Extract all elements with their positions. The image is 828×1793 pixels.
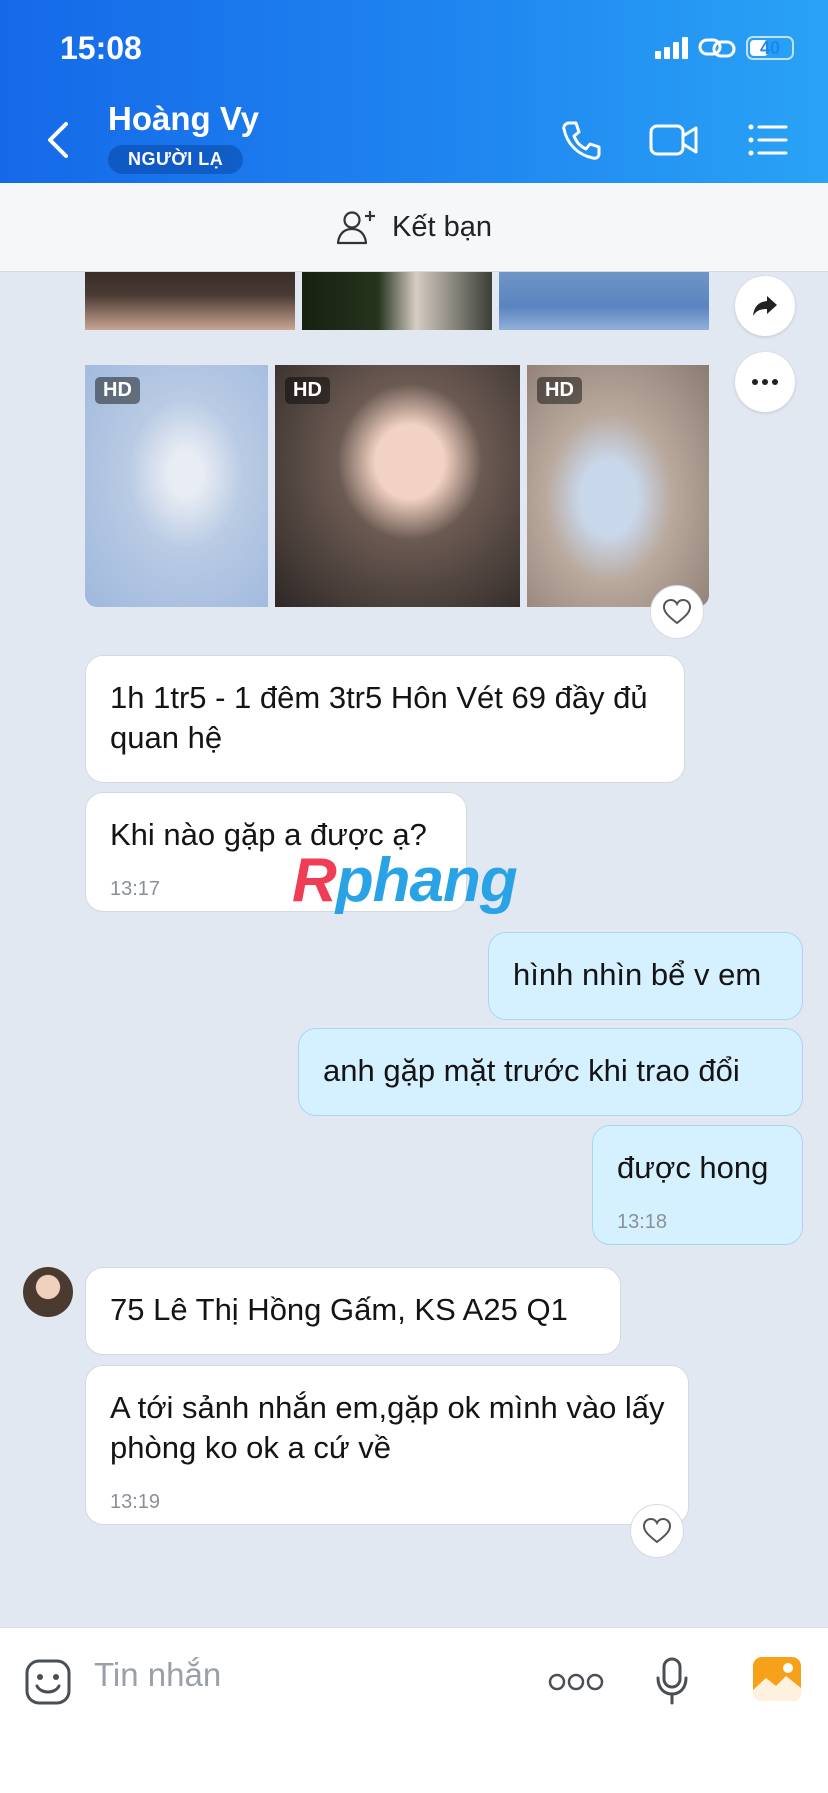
wifi-link-icon — [698, 38, 736, 58]
message-input[interactable]: Tin nhắn — [94, 1656, 221, 1694]
battery-level: 40 — [759, 37, 781, 58]
add-friend-icon — [336, 211, 375, 245]
heart-icon — [662, 598, 692, 625]
video-call-icon[interactable] — [648, 118, 700, 162]
photo-thumbnail[interactable]: HD — [275, 365, 520, 607]
message-text: hình nhìn bể v em — [513, 957, 762, 992]
menu-list-icon[interactable] — [746, 118, 790, 162]
photo-thumbnail[interactable] — [302, 272, 492, 330]
photo-thumbnail[interactable] — [499, 272, 709, 330]
outgoing-message[interactable]: hình nhìn bể v em — [488, 932, 803, 1020]
more-options-button[interactable] — [735, 352, 795, 412]
outgoing-message[interactable]: anh gặp mặt trước khi trao đổi — [298, 1028, 803, 1116]
chat-header: 15:08 40 Hoàng Vy NGƯỜI LẠ — [0, 0, 828, 183]
status-time: 15:08 — [60, 30, 142, 66]
stranger-badge: NGƯỜI LẠ — [108, 145, 244, 174]
photo-thumbnail[interactable] — [85, 272, 295, 330]
share-forward-button[interactable] — [735, 276, 795, 336]
more-dots-icon — [752, 379, 778, 385]
hd-badge: HD — [95, 377, 140, 404]
add-friend-label: Kết bạn — [392, 210, 492, 243]
status-icons: 40 — [655, 36, 794, 60]
add-friend-button[interactable]: Kết bạn — [0, 183, 828, 272]
message-text: 75 Lê Thị Hồng Gấm, KS A25 Q1 — [110, 1292, 568, 1327]
battery-icon: 40 — [746, 36, 794, 60]
photo-thumbnail[interactable]: HD — [527, 365, 709, 607]
message-text: 1h 1tr5 - 1 đêm 3tr5 Hôn Vét 69 đầy đủ q… — [110, 680, 648, 755]
message-text: anh gặp mặt trước khi trao đổi — [323, 1053, 740, 1088]
contact-name[interactable]: Hoàng Vy — [108, 100, 259, 138]
message-text: được hong — [617, 1150, 769, 1185]
message-time: 13:17 — [110, 878, 161, 900]
watermark-logo: Rphang — [292, 846, 518, 915]
share-arrow-icon — [753, 296, 777, 316]
outgoing-message[interactable]: được hong 13:18 — [592, 1125, 803, 1245]
incoming-message[interactable]: 75 Lê Thị Hồng Gấm, KS A25 Q1 — [85, 1267, 621, 1355]
more-actions-icon[interactable] — [548, 1672, 604, 1692]
message-time: 13:18 — [617, 1211, 668, 1233]
cellular-signal-icon — [655, 37, 688, 59]
microphone-icon[interactable] — [655, 1656, 689, 1706]
photo-thumbnail[interactable]: HD — [85, 365, 268, 607]
hd-badge: HD — [537, 377, 582, 404]
back-chevron-icon[interactable] — [38, 118, 78, 162]
incoming-message[interactable]: A tới sảnh nhắn em,gặp ok mình vào lấy p… — [85, 1365, 689, 1525]
incoming-message[interactable]: 1h 1tr5 - 1 đêm 3tr5 Hôn Vét 69 đầy đủ q… — [85, 655, 685, 783]
heart-icon — [642, 1517, 672, 1544]
contact-avatar[interactable] — [23, 1267, 73, 1317]
image-gallery-icon[interactable] — [752, 1656, 802, 1702]
chat-messages[interactable]: HD HD HD 1h 1tr5 - 1 đêm 3tr5 Hôn Vét 69… — [0, 272, 828, 1627]
phone-call-icon[interactable] — [560, 118, 604, 162]
react-heart-button[interactable] — [650, 585, 704, 639]
sticker-emoji-icon[interactable] — [24, 1658, 72, 1706]
hd-badge: HD — [285, 377, 330, 404]
message-input-bar: Tin nhắn — [0, 1627, 828, 1793]
message-time: 13:19 — [110, 1491, 161, 1513]
react-heart-button[interactable] — [630, 1504, 684, 1558]
message-text: A tới sảnh nhắn em,gặp ok mình vào lấy p… — [110, 1390, 665, 1465]
